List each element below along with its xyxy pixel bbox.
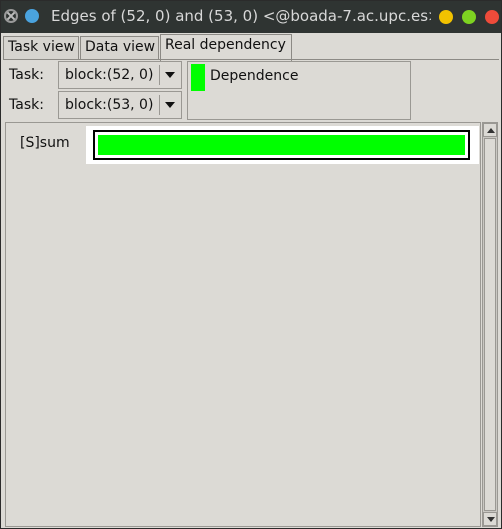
close-window-icon[interactable] — [485, 10, 499, 24]
task-1-select[interactable]: block:(52, 0) — [58, 61, 182, 89]
dependency-row — [86, 126, 479, 164]
window: Edges of (52, 0) and (53, 0) <@boada-7.a… — [0, 0, 502, 529]
scrollbar-thumb[interactable] — [484, 138, 496, 511]
dependency-panel: [S]sum — [5, 122, 481, 527]
arrow-up-icon — [487, 128, 495, 133]
task-2-select[interactable]: block:(53, 0) — [58, 91, 182, 119]
dependency-bar-fill — [98, 135, 465, 155]
task-2-value: block:(53, 0) — [65, 97, 154, 113]
tab-real-dependency[interactable]: Real dependency — [160, 34, 292, 61]
tab-data-view[interactable]: Data view — [80, 36, 159, 60]
tab-divider — [3, 59, 499, 60]
maximize-icon[interactable] — [462, 10, 476, 24]
task-2-dropdown-button[interactable] — [159, 95, 179, 115]
chevron-down-icon — [165, 102, 175, 108]
app-icon[interactable] — [25, 9, 39, 23]
dependency-variable-label: [S]sum — [20, 135, 70, 151]
legend-swatch-dependence — [191, 64, 205, 91]
vertical-scrollbar[interactable] — [482, 122, 498, 527]
task-1-value: block:(52, 0) — [65, 67, 154, 83]
task-2-label: Task: — [9, 97, 44, 113]
task-1-label: Task: — [9, 67, 44, 83]
scroll-down-button[interactable] — [483, 512, 497, 526]
legend-label-dependence: Dependence — [210, 68, 299, 84]
minimize-icon[interactable] — [439, 10, 453, 24]
task-1-dropdown-button[interactable] — [159, 65, 179, 85]
tab-task-view[interactable]: Task view — [3, 36, 79, 60]
legend: Dependence — [187, 61, 411, 120]
window-title: Edges of (52, 0) and (53, 0) <@boada-7.a… — [51, 7, 431, 25]
title-bar[interactable]: Edges of (52, 0) and (53, 0) <@boada-7.a… — [1, 1, 501, 33]
arrow-down-icon — [487, 517, 495, 522]
scroll-up-button[interactable] — [483, 123, 497, 137]
close-icon[interactable] — [4, 9, 18, 23]
dependency-bar[interactable] — [93, 130, 470, 160]
chevron-down-icon — [165, 72, 175, 78]
